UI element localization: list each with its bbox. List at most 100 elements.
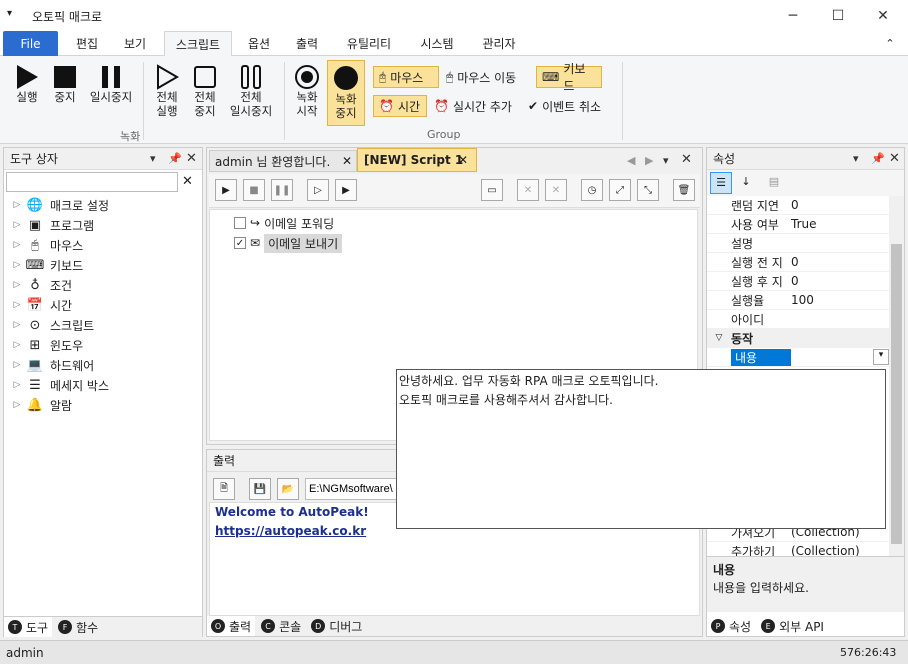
output-path-field[interactable] — [305, 478, 405, 500]
property-pages-icon[interactable]: ▤ — [763, 172, 785, 194]
property-row-selected[interactable]: 내용 ▾ — [707, 348, 889, 367]
step-email-forward[interactable]: ↪ 이메일 포워딩 — [234, 214, 334, 232]
close-tab-icon[interactable]: ✕ — [342, 154, 352, 168]
toolbox-item[interactable]: ▷ ⊞ 윈도우 — [10, 335, 200, 355]
tab-utility[interactable]: 유틸리티 — [334, 31, 404, 56]
stop-button[interactable]: 중지 — [50, 64, 80, 104]
tab-external-api[interactable]: E 외부 API — [757, 616, 828, 636]
toolbox-item[interactable]: ▷ 🌐 매크로 설정 — [10, 195, 200, 215]
keyboard-toggle[interactable]: ⌨ 키보드 — [536, 62, 602, 93]
close-icon[interactable]: ✕ — [681, 152, 692, 167]
toolbox-item[interactable]: ▷ ☰ 메세지 박스 — [10, 375, 200, 395]
tab-welcome[interactable]: admin 님 환영합니다. ✕ — [209, 150, 357, 172]
property-scrollbar[interactable] — [889, 196, 904, 556]
pause-all-button[interactable]: 전체 일시중지 — [226, 64, 276, 118]
tab-script-1[interactable]: [NEW] Script 1 ✕ — [357, 148, 477, 172]
property-row[interactable]: 사용 여부 True — [707, 215, 889, 234]
time-toggle[interactable]: ⏰ 시간 — [373, 95, 427, 117]
toolbox-item[interactable]: ▷ ⊙ 스크립트 — [10, 315, 200, 335]
step-checkbox-checked[interactable]: ✓ — [234, 237, 246, 249]
toolbox-item[interactable]: ▷ ⌨ 키보드 — [10, 255, 200, 275]
property-value[interactable]: 0 — [787, 274, 799, 288]
stop-all-button[interactable]: 전체 중지 — [188, 64, 222, 118]
categorized-icon[interactable]: ☰ — [710, 172, 732, 194]
property-category[interactable]: ▽ 동작 — [707, 329, 889, 348]
toolbox-item[interactable]: ▷ ▣ 프로그램 — [10, 215, 200, 235]
property-row[interactable]: 아이디 — [707, 310, 889, 329]
property-value[interactable]: True — [787, 217, 817, 231]
tab-functions[interactable]: F 함수 — [54, 617, 102, 637]
step-checkbox[interactable] — [234, 217, 246, 229]
property-row[interactable]: 실행 후 지 0 — [707, 272, 889, 291]
maximize-button[interactable]: ☐ — [815, 0, 861, 31]
mouse-toggle[interactable]: 🖰 마우스 — [373, 66, 439, 88]
tab-debug[interactable]: D 디버그 — [307, 616, 366, 636]
toolbox-item[interactable]: ▷ 📅 시간 — [10, 295, 200, 315]
tab-admin[interactable]: 관리자 — [470, 31, 528, 56]
step-run-icon[interactable]: ▶ — [335, 179, 357, 201]
toolbox-item[interactable]: ▷ 💻 하드웨어 — [10, 355, 200, 375]
expand-arrow-icon[interactable]: ▷ — [10, 320, 24, 330]
tab-options[interactable]: 옵션 — [236, 31, 282, 56]
minimize-button[interactable]: ─ — [770, 0, 816, 31]
event-cancel-toggle[interactable]: ✔ 이벤트 취소 — [523, 95, 615, 117]
expand-arrow-icon[interactable]: ▷ — [10, 400, 24, 410]
mouse-move-toggle[interactable]: 🖱 마우스 이동 — [441, 66, 533, 88]
tab-output-log[interactable]: O 출력 — [207, 616, 256, 636]
clear-search-icon[interactable]: ✕ — [182, 174, 193, 189]
output-link[interactable]: https://autopeak.co.kr — [215, 524, 366, 538]
tab-properties[interactable]: P 속성 — [707, 616, 756, 636]
expand-arrow-icon[interactable]: ▷ — [10, 300, 24, 310]
toolbox-search-input[interactable] — [6, 172, 178, 192]
run-all-button[interactable]: 전체 실행 — [150, 64, 184, 118]
step-icon[interactable]: ▷ — [307, 179, 329, 201]
pin-icon[interactable]: 📌 — [871, 152, 885, 165]
collapse-icon[interactable]: ⤡ — [637, 179, 659, 201]
file-menu[interactable]: File — [3, 31, 58, 56]
pause-icon[interactable]: ❚❚ — [271, 179, 293, 201]
expand-arrow-icon[interactable]: ▷ — [10, 380, 24, 390]
collapse-arrow-icon[interactable]: ▽ — [707, 333, 731, 343]
tab-output[interactable]: 출력 — [284, 31, 330, 56]
expand-arrow-icon[interactable]: ▷ — [10, 360, 24, 370]
pin-icon[interactable]: 📌 — [168, 152, 182, 165]
expand-arrow-icon[interactable]: ▷ — [10, 240, 24, 250]
play-icon[interactable]: ▶ — [215, 179, 237, 201]
property-row[interactable]: 실행 전 지 0 — [707, 253, 889, 272]
expand-arrow-icon[interactable]: ▷ — [10, 200, 24, 210]
pause-button[interactable]: 일시중지 — [86, 64, 136, 104]
quick-access-icon[interactable]: ▾ — [7, 8, 12, 19]
tab-tools[interactable]: T 도구 — [4, 617, 53, 637]
sort-alpha-icon[interactable]: ↓ — [735, 172, 757, 194]
close-button[interactable]: ✕ — [860, 0, 906, 31]
property-row[interactable]: 랜덤 지연 0 — [707, 196, 889, 215]
tab-view[interactable]: 보기 — [112, 31, 158, 56]
record-start-button[interactable]: 녹화 시작 — [290, 64, 324, 118]
save-icon[interactable]: 💾 — [249, 478, 271, 500]
dropdown-icon[interactable]: ▾ — [150, 152, 156, 165]
tab-edit[interactable]: 편집 — [64, 31, 110, 56]
scroll-right-icon[interactable]: ▶ — [645, 154, 653, 167]
step-email-send[interactable]: ✓ ✉ 이메일 보내기 — [234, 233, 343, 253]
dropdown-icon[interactable]: ▾ — [853, 152, 859, 165]
scroll-left-icon[interactable]: ◀ — [627, 154, 635, 167]
run-button[interactable]: 실행 — [12, 64, 42, 104]
close-tab-icon[interactable]: ✕ — [458, 153, 468, 167]
toolbox-item[interactable]: ▷ 🔔 알람 — [10, 395, 200, 415]
stop-icon[interactable]: ■ — [243, 179, 265, 201]
close-icon[interactable]: ✕ — [186, 151, 197, 166]
property-row[interactable]: 실행율 100 — [707, 291, 889, 310]
delete-icon[interactable]: ✕ — [517, 179, 539, 201]
content-editor-popup[interactable]: 안녕하세요. 업무 자동화 RPA 매크로 오토픽입니다. 오토픽 매크로를 사… — [396, 369, 886, 529]
toolbox-item[interactable]: ▷ 🖰 마우스 — [10, 235, 200, 255]
clock-icon[interactable]: ◷ — [581, 179, 603, 201]
expand-arrow-icon[interactable]: ▷ — [10, 280, 24, 290]
image-icon[interactable]: ▭ — [481, 179, 503, 201]
tab-list-icon[interactable]: ▾ — [663, 154, 669, 167]
open-folder-icon[interactable]: 📂 — [277, 478, 299, 500]
value-dropdown-icon[interactable]: ▾ — [873, 349, 889, 365]
expand-arrow-icon[interactable]: ▷ — [10, 220, 24, 230]
trash-icon[interactable]: 🗑 — [673, 179, 695, 201]
tab-system[interactable]: 시스템 — [408, 31, 466, 56]
tab-console[interactable]: C 콘솔 — [257, 616, 305, 636]
